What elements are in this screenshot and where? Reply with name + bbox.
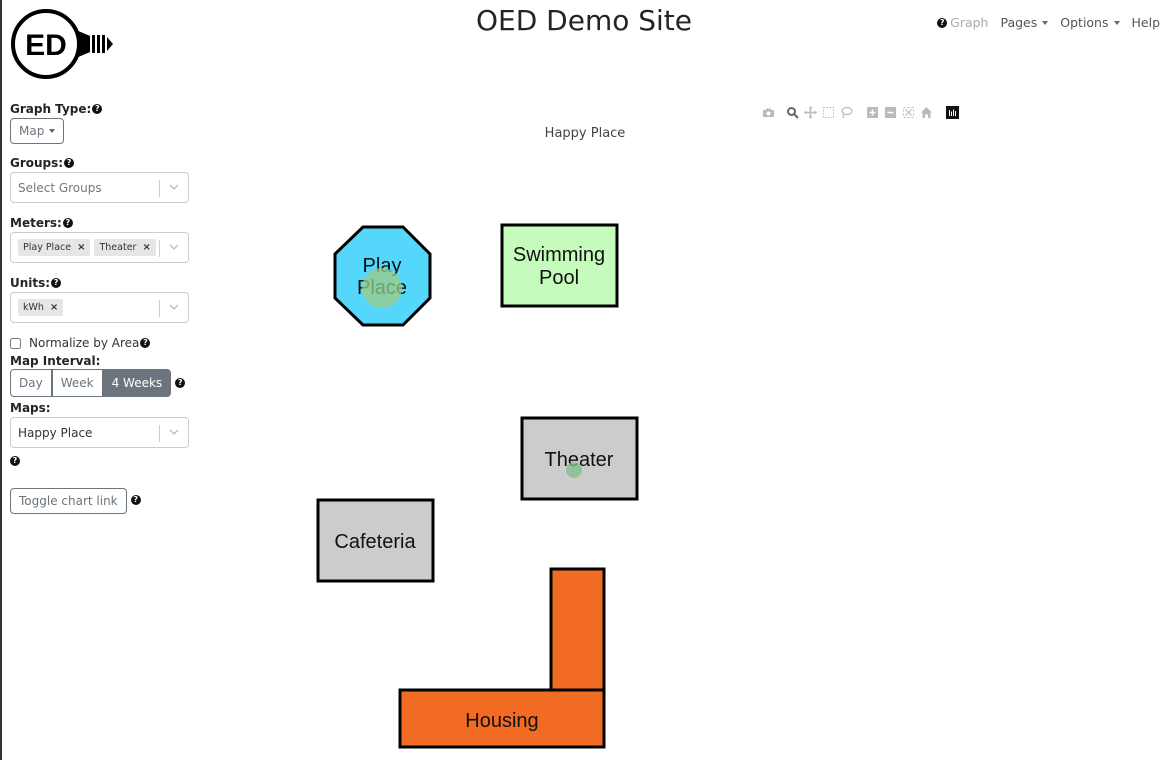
building-label: Cafeteria	[334, 531, 416, 553]
building-label: Swimming	[513, 244, 605, 266]
building-label: Housing	[465, 710, 538, 732]
building-housing[interactable]: Housing	[398, 567, 606, 749]
map-canvas[interactable]: PlayPlaceSwimmingPoolTheaterCafeteriaHou…	[2, 0, 1166, 760]
building-cafeteria[interactable]: Cafeteria	[316, 498, 435, 583]
meter-marker-play-place[interactable]	[362, 268, 402, 308]
building-theater[interactable]: Theater	[520, 416, 639, 501]
building-swimming-pool[interactable]: SwimmingPool	[500, 223, 619, 308]
building-shape	[549, 567, 606, 693]
meter-marker-theater[interactable]	[566, 462, 582, 478]
building-label: Pool	[539, 267, 579, 289]
